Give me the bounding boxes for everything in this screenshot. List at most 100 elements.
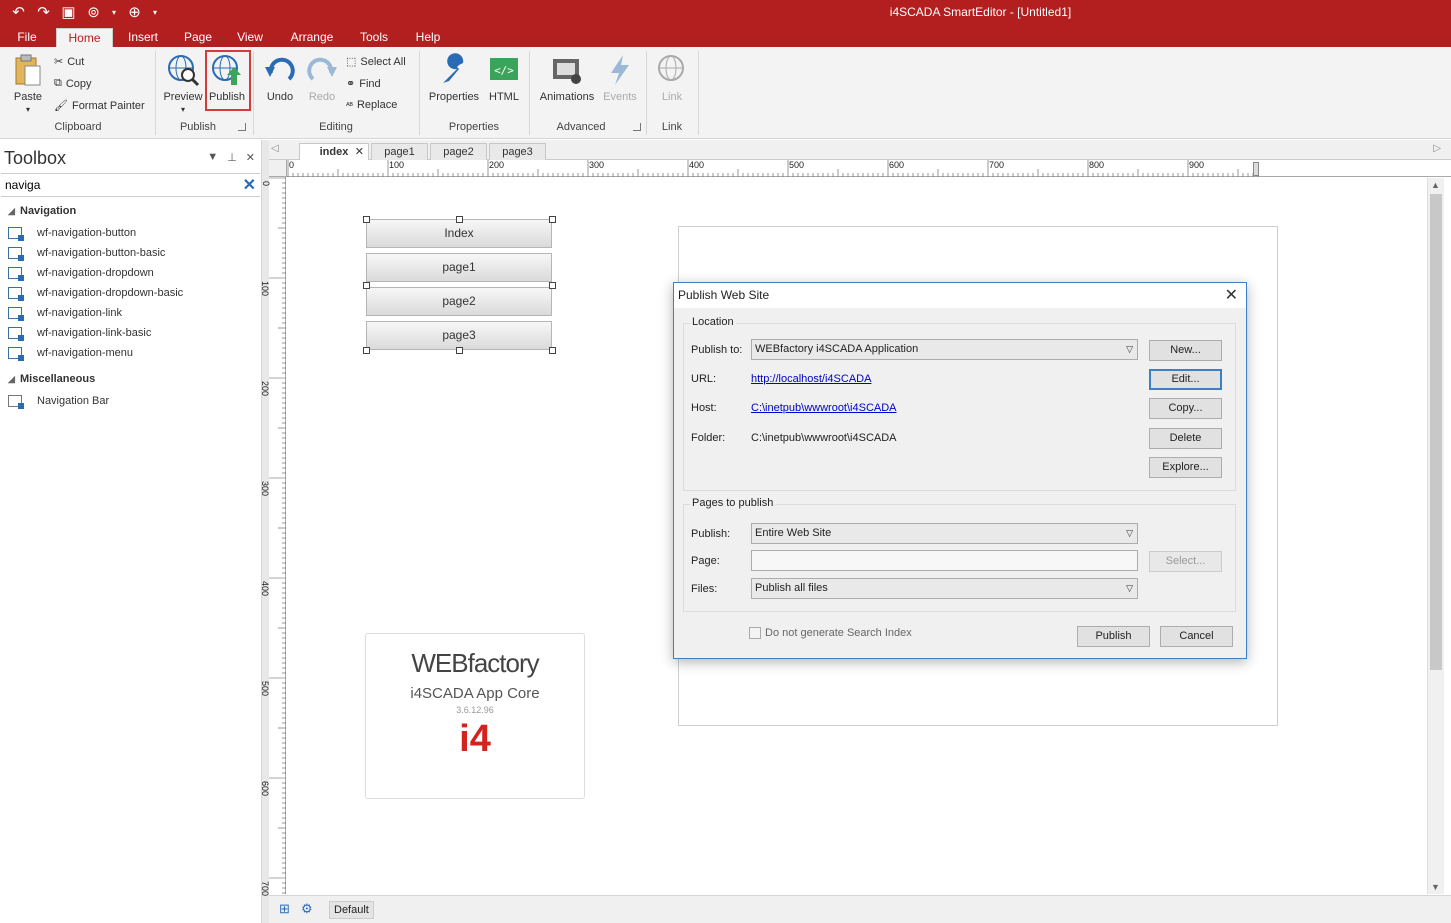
- layer-settings-icon[interactable]: ⚙: [301, 901, 313, 917]
- category-navigation[interactable]: ◢ Navigation: [8, 205, 76, 217]
- new-button[interactable]: New...: [1149, 340, 1222, 361]
- no-search-index-checkbox[interactable]: Do not generate Search Index: [749, 627, 912, 639]
- tab-help[interactable]: Help: [410, 28, 446, 47]
- publish-label: Publish:: [691, 528, 731, 540]
- explore-button[interactable]: Explore...: [1149, 457, 1222, 478]
- undo-label: Undo: [266, 91, 294, 103]
- toolbox-item[interactable]: wf-navigation-menu: [8, 347, 133, 361]
- paste-button[interactable]: Paste ▾: [8, 53, 48, 115]
- toolbox-item[interactable]: wf-navigation-dropdown: [8, 267, 154, 281]
- tab-page1[interactable]: page1: [371, 143, 428, 160]
- ruler-label: 100: [389, 160, 405, 170]
- link-button[interactable]: Link: [652, 53, 692, 103]
- advanced-dialog-launcher[interactable]: [633, 123, 641, 131]
- files-select[interactable]: Publish all files ▽: [751, 578, 1138, 599]
- nav-button-page3[interactable]: page3: [366, 321, 552, 350]
- events-button[interactable]: Events: [600, 53, 640, 103]
- toolbox-item[interactable]: wf-navigation-button-basic: [8, 247, 165, 261]
- publish-scope-select[interactable]: Entire Web Site ▽: [751, 523, 1138, 544]
- edit-button[interactable]: Edit...: [1149, 369, 1222, 390]
- tab-page2[interactable]: page2: [430, 143, 487, 160]
- copy-button[interactable]: Copy...: [1149, 398, 1222, 419]
- tab-page[interactable]: Page: [180, 28, 216, 47]
- delete-button[interactable]: Delete: [1149, 428, 1222, 449]
- resize-handle[interactable]: [549, 216, 556, 223]
- close-icon[interactable]: ✕: [246, 151, 255, 164]
- category-miscellaneous[interactable]: ◢ Miscellaneous: [8, 373, 95, 385]
- cut-button[interactable]: ✂ Cut: [54, 55, 84, 69]
- scroll-thumb[interactable]: [1430, 194, 1442, 670]
- host-link[interactable]: C:\inetpub\wwwroot\i4SCADA: [751, 402, 897, 414]
- resize-handle[interactable]: [549, 282, 556, 289]
- layer-selector[interactable]: Default: [329, 901, 374, 919]
- version-text: 3.6.12.96: [456, 705, 494, 715]
- resize-handle[interactable]: [456, 216, 463, 223]
- dialog-title: Publish Web Site: [678, 288, 770, 302]
- tab-page3[interactable]: page3: [489, 143, 546, 160]
- tab-file[interactable]: File: [8, 28, 46, 47]
- add-layer-icon[interactable]: ⊞: [279, 901, 290, 917]
- folder-value: C:\inetpub\wwwroot\i4SCADA: [751, 432, 897, 444]
- vertical-ruler: 0 100 200 300 400 500 600 700: [260, 177, 286, 896]
- publish-to-select[interactable]: WEBfactory i4SCADA Application ▽: [751, 339, 1138, 360]
- events-label: Events: [603, 91, 637, 103]
- cancel-button[interactable]: Cancel: [1160, 626, 1233, 647]
- close-icon[interactable]: ✕: [1225, 285, 1238, 305]
- vertical-scrollbar[interactable]: ▲ ▼: [1427, 178, 1444, 894]
- nav-button-page1[interactable]: page1: [366, 253, 552, 282]
- tab-tools[interactable]: Tools: [356, 28, 392, 47]
- pin-icon[interactable]: ⊥: [227, 151, 237, 164]
- select-all-button[interactable]: ⬚ Select All: [346, 55, 406, 69]
- nav-button-page2[interactable]: page2: [366, 287, 552, 316]
- resize-handle[interactable]: [363, 216, 370, 223]
- resize-handle[interactable]: [363, 347, 370, 354]
- group-separator: [529, 51, 530, 135]
- toolbox-item[interactable]: wf-navigation-link: [8, 307, 122, 321]
- publish-dialog-launcher[interactable]: [238, 123, 246, 131]
- toolbox-item[interactable]: wf-navigation-dropdown-basic: [8, 287, 183, 301]
- tab-home[interactable]: Home: [56, 28, 113, 47]
- close-tab-icon[interactable]: ✕: [355, 144, 364, 160]
- redo-button[interactable]: Redo: [302, 53, 342, 103]
- resize-handle[interactable]: [456, 347, 463, 354]
- select-button[interactable]: Select...: [1149, 551, 1222, 572]
- properties-button[interactable]: Properties: [426, 53, 482, 103]
- html-button[interactable]: </> HTML: [484, 53, 524, 103]
- navigation-bar-icon: [8, 395, 24, 409]
- toolbox-item[interactable]: Navigation Bar: [8, 395, 109, 409]
- dropdown-icon[interactable]: ▼: [207, 151, 218, 164]
- panel-splitter[interactable]: [262, 140, 269, 923]
- page-field[interactable]: [751, 550, 1138, 571]
- checkbox-box[interactable]: [749, 627, 761, 639]
- copy-button[interactable]: ⧉ Copy: [54, 77, 92, 90]
- tab-arrange[interactable]: Arrange: [286, 28, 338, 47]
- undo-button[interactable]: Undo: [260, 53, 300, 103]
- nav-button-index[interactable]: Index: [366, 219, 552, 248]
- tab-insert[interactable]: Insert: [122, 28, 164, 47]
- tabs-scroll-left-icon[interactable]: ◁: [271, 143, 279, 154]
- status-bar: ⊞ ⚙ Default: [269, 895, 1451, 923]
- ruler-marker[interactable]: [1253, 162, 1259, 176]
- format-painter-button[interactable]: 🖌 Format Painter: [54, 99, 145, 113]
- scroll-up-icon[interactable]: ▲: [1431, 180, 1440, 190]
- toolbox-item[interactable]: wf-navigation-link-basic: [8, 327, 151, 341]
- resize-handle[interactable]: [363, 282, 370, 289]
- tabs-scroll-right-icon[interactable]: ▷: [1433, 143, 1441, 154]
- find-label: Find: [359, 77, 381, 90]
- publish-dialog-button[interactable]: Publish: [1077, 626, 1150, 647]
- tab-view[interactable]: View: [232, 28, 268, 47]
- title-bar: ↶ ↷ ▣ ⊚ ▾ ⊕ ▾ i4SCADA SmartEditor - [Unt…: [0, 0, 1451, 26]
- window-title: i4SCADA SmartEditor - [Untitled1]: [889, 5, 1072, 19]
- toolbox-search-input[interactable]: [5, 177, 235, 193]
- html-label: HTML: [489, 91, 519, 103]
- toolbox-item[interactable]: wf-navigation-button: [8, 227, 136, 241]
- tab-index[interactable]: index ✕: [299, 143, 369, 160]
- replace-button[interactable]: ᴬᴮ Replace: [346, 99, 397, 111]
- animations-button[interactable]: Animations: [536, 53, 598, 103]
- url-link[interactable]: http://localhost/i4SCADA: [751, 373, 871, 385]
- scroll-down-icon[interactable]: ▼: [1431, 882, 1440, 892]
- clear-search-icon[interactable]: ✕: [243, 175, 256, 195]
- preview-button[interactable]: Preview ▾: [162, 53, 204, 115]
- find-button[interactable]: ⚭ Find: [346, 77, 381, 91]
- resize-handle[interactable]: [549, 347, 556, 354]
